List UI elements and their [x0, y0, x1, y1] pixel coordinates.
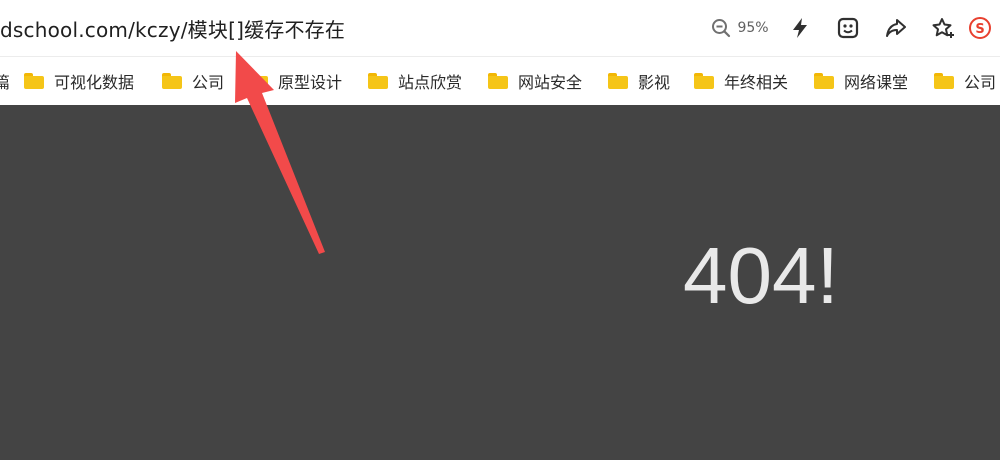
folder-icon	[248, 73, 268, 89]
sogou-button[interactable]: S	[968, 12, 1000, 44]
browser-toolbar: 95% S	[704, 12, 1000, 44]
folder-icon	[934, 73, 954, 89]
bookmark-folder[interactable]: 影视	[608, 69, 670, 93]
smiley-icon	[837, 17, 859, 39]
bookmark-item[interactable]: 篇	[0, 69, 10, 93]
smiley-button[interactable]	[824, 12, 872, 44]
bookmarks-bar: 篇 可视化数据 公司 原型设计 站点欣赏 网站安全 影视 年终相关 网络课堂 公…	[0, 57, 1000, 105]
bookmark-label: 网站安全	[518, 73, 583, 92]
bookmark-label: 网络课堂	[844, 73, 909, 92]
zoom-indicator[interactable]: 95%	[704, 12, 776, 44]
bookmark-folder[interactable]: 可视化数据	[24, 69, 134, 93]
address-bar[interactable]: dschool.com/kczy/模块[]缓存不存在 95% S	[0, 0, 1000, 57]
bookmark-label: 站点欣赏	[398, 73, 463, 92]
star-add-icon	[932, 18, 954, 38]
bookmark-label: 影视	[638, 73, 671, 92]
sogou-icon: S	[969, 17, 991, 39]
bookmark-label: 公司	[964, 73, 997, 92]
url-text[interactable]: dschool.com/kczy/模块[]缓存不存在	[0, 14, 345, 43]
bookmark-label: 篇	[0, 73, 11, 92]
folder-icon	[368, 73, 388, 89]
browser-window: dschool.com/kczy/模块[]缓存不存在 95% S 篇 可视化数据…	[0, 0, 1000, 460]
zoom-level: 95%	[737, 20, 769, 36]
page-content: 404!	[0, 106, 1000, 460]
bookmark-folder[interactable]: 公司	[934, 69, 996, 93]
zoom-out-icon	[712, 19, 731, 38]
lightning-icon	[793, 18, 807, 38]
error-message: 404!	[683, 231, 839, 320]
folder-icon	[694, 73, 714, 89]
svg-text:S: S	[975, 22, 984, 37]
bookmark-folder[interactable]: 站点欣赏	[368, 69, 462, 93]
share-button[interactable]	[872, 12, 920, 44]
folder-icon	[814, 73, 834, 89]
bookmark-folder[interactable]: 原型设计	[248, 69, 342, 93]
bookmark-label: 公司	[192, 73, 225, 92]
bookmark-star-button[interactable]	[920, 12, 968, 44]
bookmark-folder[interactable]: 年终相关	[694, 69, 788, 93]
share-icon	[886, 19, 906, 37]
folder-icon	[162, 73, 182, 89]
bookmark-label: 可视化数据	[54, 73, 135, 92]
bookmark-folder[interactable]: 公司	[162, 69, 224, 93]
bookmark-folder[interactable]: 网络课堂	[814, 69, 908, 93]
folder-icon	[488, 73, 508, 89]
bookmark-label: 年终相关	[724, 73, 789, 92]
folder-icon	[608, 73, 628, 89]
bookmark-folder[interactable]: 网站安全	[488, 69, 582, 93]
bookmark-label: 原型设计	[278, 73, 343, 92]
folder-icon	[24, 73, 44, 89]
lightning-button[interactable]	[776, 12, 824, 44]
